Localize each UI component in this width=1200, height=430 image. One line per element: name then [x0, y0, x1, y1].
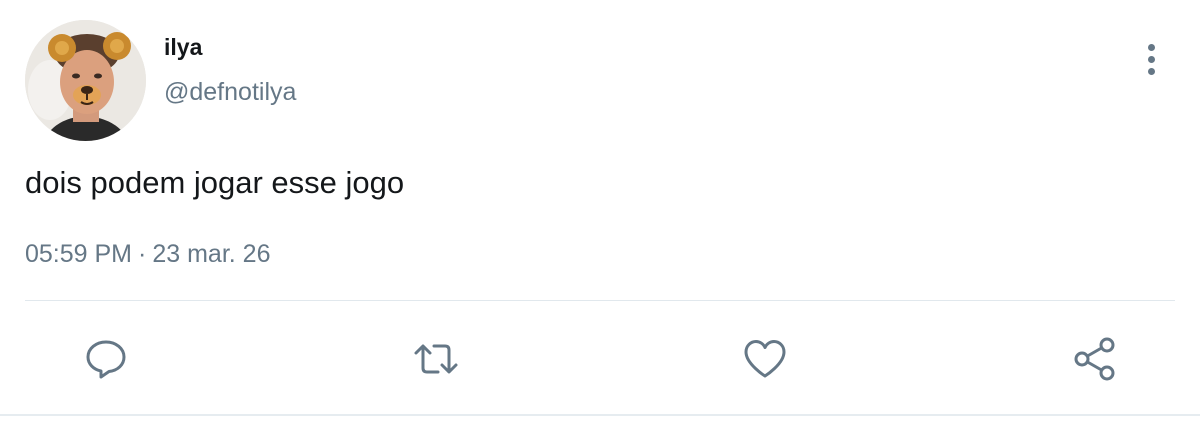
meta-separator: · [138, 240, 147, 268]
more-dot-icon [1147, 43, 1155, 51]
tweet-meta: 05:59 PM · 23 mar. 26 [25, 238, 270, 270]
reply-icon [86, 340, 126, 379]
tweet-text: dois podem jogar esse jogo [25, 165, 405, 200]
heart-icon [744, 340, 786, 378]
more-dot-icon [1147, 67, 1155, 75]
like-button[interactable] [740, 334, 790, 384]
reply-button[interactable] [81, 334, 131, 384]
tweet-time[interactable]: 05:59 PM [25, 240, 132, 268]
avatar-image [25, 20, 146, 141]
display-name[interactable]: ilya [164, 33, 202, 61]
divider [25, 300, 1175, 301]
retweet-icon [414, 344, 458, 374]
avatar[interactable] [25, 20, 146, 141]
share-icon [1074, 337, 1115, 381]
retweet-button[interactable] [411, 334, 461, 384]
tweet-date[interactable]: 23 mar. 26 [152, 240, 270, 268]
bottom-divider [0, 414, 1200, 416]
user-handle[interactable]: @defnotilya [164, 77, 296, 107]
more-options-button[interactable] [1133, 38, 1169, 80]
tweet-card: ilya @defnotilya dois podem jogar esse j… [0, 0, 1200, 430]
more-dot-icon [1147, 55, 1155, 63]
share-button[interactable] [1070, 334, 1120, 384]
